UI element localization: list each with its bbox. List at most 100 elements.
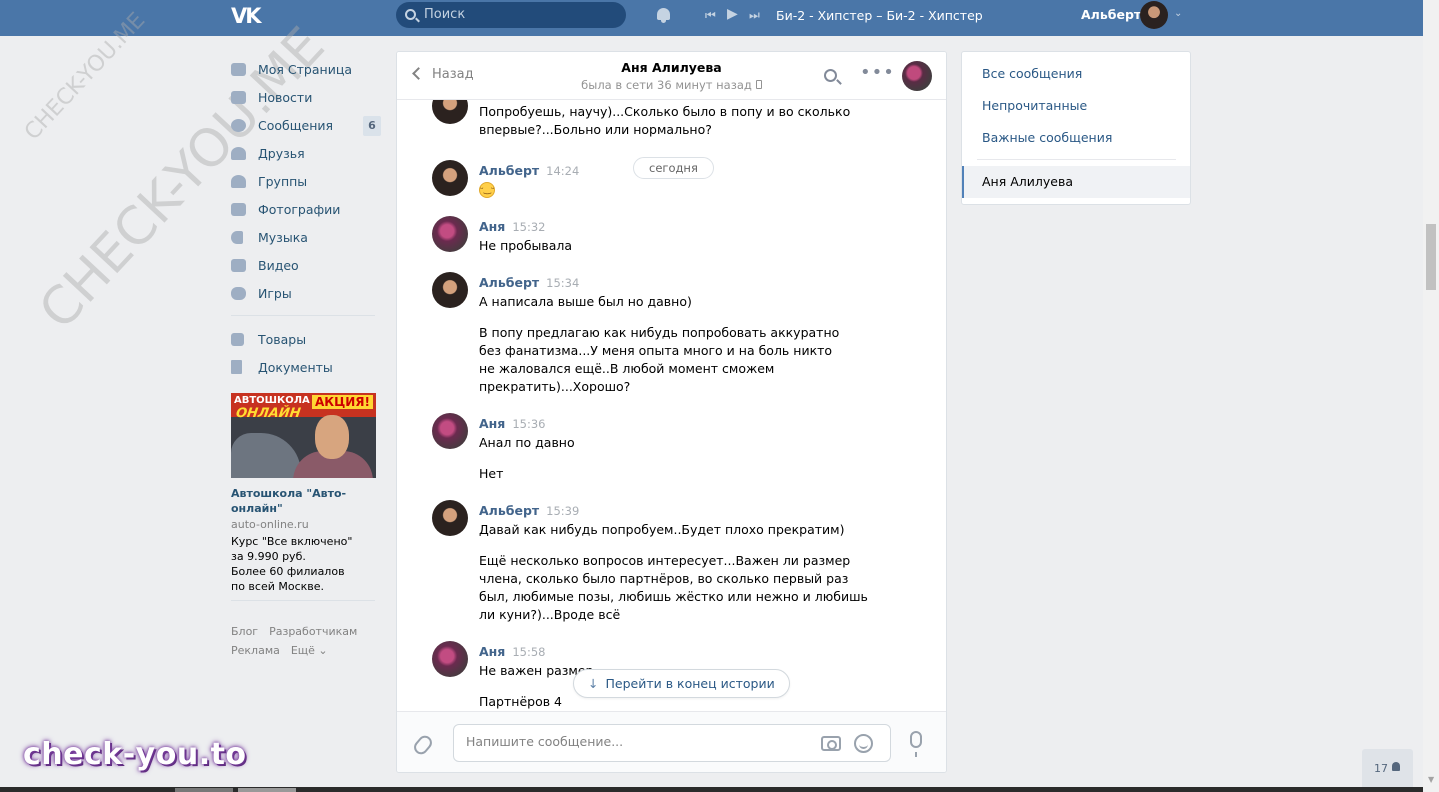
ad-banner-image[interactable]: АВТОШКОЛА ОНЛАЙН АКЦИЯ! [231, 393, 376, 478]
left-nav: Моя Страница Новости Сообщения 6 Друзья Г… [231, 55, 381, 381]
vk-logo[interactable]: VK [231, 4, 265, 28]
message-input[interactable] [466, 734, 806, 749]
message-time: 14:24 [546, 164, 580, 178]
chevron-down-icon[interactable]: ⌄ [1174, 8, 1182, 19]
footer-links: Блог Разработчикам Реклама Ещё ⌄ [231, 622, 381, 660]
nav-item-news[interactable]: Новости [231, 83, 381, 111]
nav-label: Музыка [258, 229, 308, 245]
nav-item-documents[interactable]: Документы [231, 353, 381, 381]
user-avatar[interactable] [1140, 1, 1168, 29]
nav-item-photos[interactable]: Фотографии [231, 195, 381, 223]
microphone-icon[interactable] [910, 731, 922, 757]
ad-text-line: по всей Москве. [231, 580, 325, 593]
taskbar-item[interactable] [175, 788, 233, 792]
more-icon[interactable]: ••• [860, 62, 895, 83]
author-name[interactable]: Аня [479, 644, 505, 659]
search-box[interactable]: Поиск [396, 2, 626, 28]
nav-item-my-page[interactable]: Моя Страница [231, 55, 381, 83]
message-author[interactable]: Альберт 15:39 [479, 503, 579, 518]
play-icon[interactable]: ▶ [727, 7, 738, 21]
avatar[interactable] [432, 216, 468, 252]
document-icon [231, 360, 242, 374]
avatar[interactable] [432, 160, 468, 196]
nav-item-friends[interactable]: Друзья [231, 139, 381, 167]
status-text: была в сети 36 минут назад [581, 78, 752, 92]
ad-person-face [315, 415, 349, 459]
ad-text-line: Курс "Все включено" [231, 535, 353, 548]
avatar[interactable] [432, 100, 468, 124]
ad-title[interactable]: Автошкола "Авто-онлайн" [231, 486, 376, 516]
search-icon[interactable] [824, 69, 837, 82]
jump-label: Перейти в конец истории [605, 676, 775, 691]
message-author[interactable]: Аня 15:32 [479, 219, 546, 234]
jump-to-end-button[interactable]: ↓ Перейти в конец истории [573, 669, 790, 698]
avatar[interactable] [432, 272, 468, 308]
messages-icon [231, 118, 246, 132]
filter-important[interactable]: Важные сообщения [982, 130, 1112, 145]
author-name[interactable]: Альберт [479, 163, 539, 178]
message-text: Не пробывала [479, 238, 573, 253]
message-text: Ещё несколько вопросов интересует...Важе… [479, 553, 868, 622]
home-icon [231, 62, 246, 76]
message-author[interactable]: Альберт 14:24 [479, 163, 579, 178]
message-time: 15:39 [546, 504, 580, 518]
date-separator: сегодня [633, 157, 714, 179]
previous-track-icon[interactable]: ⏮ [705, 9, 716, 21]
nav-divider [231, 315, 375, 316]
scroll-down-arrow-icon[interactable]: ▼ [1428, 775, 1434, 784]
message-text: В попу предлагаю как нибудь попробовать … [479, 325, 840, 394]
camera-icon[interactable] [821, 736, 841, 751]
online-friends-chip[interactable]: 17 [1362, 749, 1413, 787]
ad-banner-promo: АКЦИЯ! [312, 395, 373, 409]
avatar[interactable] [432, 641, 468, 677]
nav-item-games[interactable]: Игры [231, 279, 381, 307]
messages-filter-panel: Все сообщения Непрочитанные Важные сообщ… [961, 51, 1191, 205]
mobile-icon [755, 80, 762, 89]
author-name[interactable]: Альберт [479, 503, 539, 518]
sidebar-ad[interactable]: АВТОШКОЛА ОНЛАЙН АКЦИЯ! Автошкола "Авто-… [231, 393, 376, 601]
message-author[interactable]: Аня 15:58 [479, 644, 546, 659]
message-author[interactable]: Альберт 15:34 [479, 275, 579, 290]
now-playing-track[interactable]: Би-2 - Хипстер – Би-2 - Хипстер [776, 8, 983, 23]
scrollbar-thumb[interactable] [1426, 224, 1436, 290]
nav-label: Документы [258, 359, 333, 375]
nav-item-music[interactable]: Музыка [231, 223, 381, 251]
author-name[interactable]: Аня [479, 416, 505, 431]
nav-item-messages[interactable]: Сообщения 6 [231, 111, 381, 139]
footer-blog-link[interactable]: Блог [231, 625, 258, 638]
author-name[interactable]: Альберт [479, 275, 539, 290]
filter-unread[interactable]: Непрочитанные [982, 98, 1087, 113]
ad-banner-top: АВТОШКОЛА [234, 395, 310, 406]
message-input-box[interactable] [453, 724, 891, 762]
nav-item-video[interactable]: Видео [231, 251, 381, 279]
chat-header: Назад Аня Алилуева была в сети 36 минут … [397, 52, 946, 100]
nav-item-groups[interactable]: Группы [231, 167, 381, 195]
peer-avatar[interactable] [902, 61, 932, 91]
user-name[interactable]: Альберт [1081, 7, 1141, 22]
nav-label: Друзья [258, 145, 305, 161]
compose-bar [397, 711, 946, 772]
online-count: 17 [1374, 762, 1388, 775]
ad-car [231, 433, 301, 478]
taskbar-item[interactable] [238, 788, 296, 792]
footer-ads-link[interactable]: Реклама [231, 644, 280, 657]
footer-more-link[interactable]: Ещё ⌄ [291, 644, 328, 657]
footer-devs-link[interactable]: Разработчикам [269, 625, 357, 638]
next-track-icon[interactable]: ⏭ [749, 9, 760, 21]
author-name[interactable]: Аня [479, 219, 505, 234]
emoji-icon[interactable] [854, 734, 873, 753]
paperclip-icon[interactable] [411, 732, 435, 758]
message-author[interactable]: Аня 15:36 [479, 416, 546, 431]
avatar[interactable] [432, 500, 468, 536]
camera-icon [231, 202, 246, 216]
nav-item-goods[interactable]: Товары [231, 325, 381, 353]
message-text: Попробуешь, научу)...Сколько было в попу… [479, 104, 851, 137]
notifications-bell-icon[interactable] [656, 7, 671, 23]
nav-label: Фотографии [258, 201, 341, 217]
filter-all-messages[interactable]: Все сообщения [982, 66, 1082, 81]
active-conversation[interactable]: Аня Алилуева [962, 166, 1190, 198]
panel-divider [977, 159, 1176, 160]
page-scrollbar[interactable] [1423, 0, 1439, 792]
avatar[interactable] [432, 413, 468, 449]
message-list[interactable]: Попробуешь, научу)...Сколько было в попу… [397, 100, 946, 711]
